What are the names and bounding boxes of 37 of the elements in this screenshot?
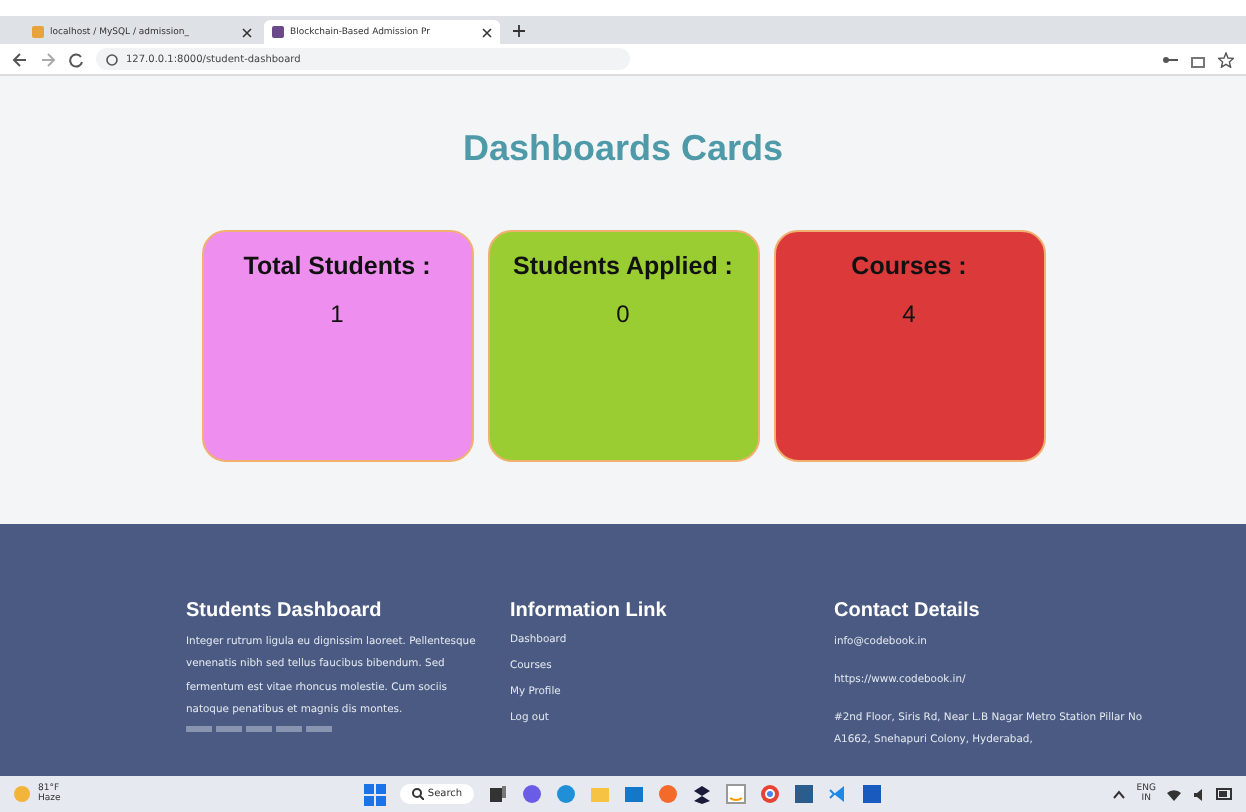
- forward-icon[interactable]: [40, 51, 56, 67]
- chat-icon[interactable]: [522, 784, 543, 804]
- start-icon[interactable]: [363, 783, 386, 805]
- social-button[interactable]: [246, 726, 272, 733]
- battery-icon[interactable]: [1216, 788, 1234, 800]
- card-value: 4: [902, 300, 916, 328]
- social-button[interactable]: [216, 726, 242, 733]
- star-icon[interactable]: [1218, 51, 1234, 67]
- card-title: Students Applied :: [513, 252, 733, 280]
- column-heading: Contact Details: [834, 600, 982, 622]
- key-icon[interactable]: [1162, 51, 1178, 67]
- page-heading: Dashboards Cards: [462, 128, 784, 170]
- speaker-icon[interactable]: [1192, 787, 1206, 801]
- search-icon: [411, 788, 424, 800]
- wifi-icon[interactable]: [1166, 787, 1182, 801]
- card-title: Total Students :: [243, 252, 431, 280]
- back-icon[interactable]: [12, 51, 28, 67]
- close-icon[interactable]: [242, 27, 252, 37]
- tab-favicon-icon: [32, 26, 44, 38]
- chrome-icon[interactable]: [760, 784, 781, 804]
- store-icon[interactable]: [726, 784, 747, 804]
- card-value: 1: [330, 300, 344, 328]
- close-icon[interactable]: [482, 27, 492, 37]
- sun-icon: [12, 784, 32, 804]
- card-title: Courses :: [851, 252, 967, 280]
- social-button[interactable]: [306, 726, 332, 733]
- social-button[interactable]: [186, 726, 212, 733]
- social-button[interactable]: [276, 726, 302, 733]
- chevron-up-icon[interactable]: [1112, 789, 1127, 799]
- card-value: 0: [616, 300, 630, 328]
- column-heading: Students Dashboard: [186, 600, 384, 622]
- code-editor-icon[interactable]: [828, 784, 849, 804]
- column-heading: Information Link: [510, 600, 669, 622]
- reload-icon[interactable]: [68, 51, 84, 67]
- fox-browser-icon[interactable]: [658, 784, 679, 804]
- tab-favicon-icon: [272, 26, 284, 38]
- new-tab-icon[interactable]: [512, 24, 526, 38]
